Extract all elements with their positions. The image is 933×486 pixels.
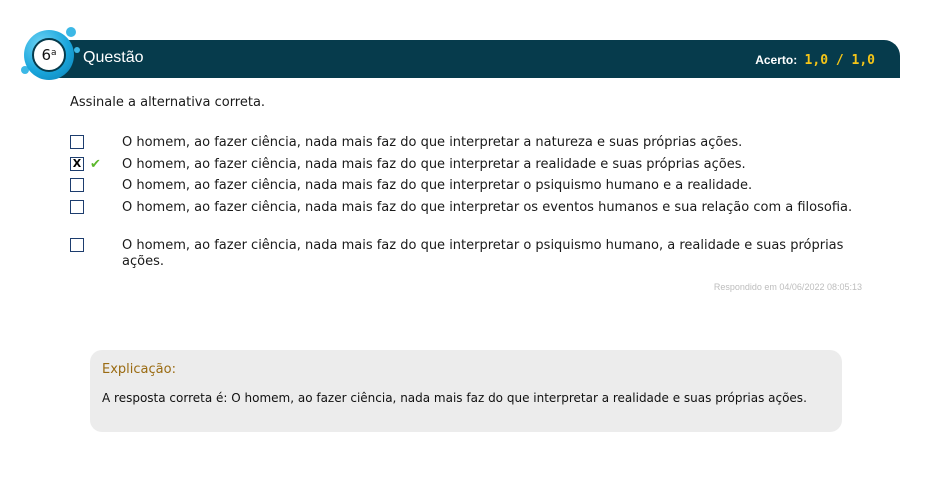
answered-timestamp: Respondido em 04/06/2022 08:05:13	[713, 282, 862, 292]
question-title: Questão	[83, 49, 144, 66]
score-value: 1,0 / 1,0	[804, 53, 875, 68]
question-number: 6a	[32, 38, 66, 72]
explanation-box: Explicação: A resposta correta é: O home…	[90, 350, 842, 432]
alternative-checkbox-checked[interactable]: X	[70, 157, 84, 171]
alternative-text: O homem, ao fazer ciência, nada mais faz…	[122, 238, 844, 269]
explanation-text: A resposta correta é: O homem, ao fazer …	[102, 391, 807, 405]
alternative-text: O homem, ao fazer ciência, nada mais faz…	[122, 178, 753, 193]
alternative-checkbox[interactable]	[70, 200, 84, 214]
alternative-text: O homem, ao fazer ciência, nada mais faz…	[122, 200, 853, 215]
check-icon: ✔	[90, 157, 101, 172]
score-label: Acerto:	[755, 53, 798, 67]
explanation-title: Explicação:	[102, 362, 176, 377]
question-prompt: Assinale a alternativa correta.	[70, 95, 266, 110]
score: Acerto: 1,0 / 1,0	[755, 53, 875, 68]
alternative-checkbox[interactable]	[70, 238, 84, 252]
decorative-bubble	[74, 47, 80, 53]
alternative-checkbox[interactable]	[70, 178, 84, 192]
alternative-checkbox[interactable]	[70, 135, 84, 149]
alternative-text: O homem, ao fazer ciência, nada mais faz…	[122, 157, 746, 172]
decorative-bubble	[66, 27, 76, 37]
question-number-value: 6	[41, 46, 52, 64]
question-number-badge: 6a	[24, 30, 74, 80]
question-ordinal: a	[51, 48, 57, 58]
alternative-text: O homem, ao fazer ciência, nada mais faz…	[122, 135, 743, 150]
